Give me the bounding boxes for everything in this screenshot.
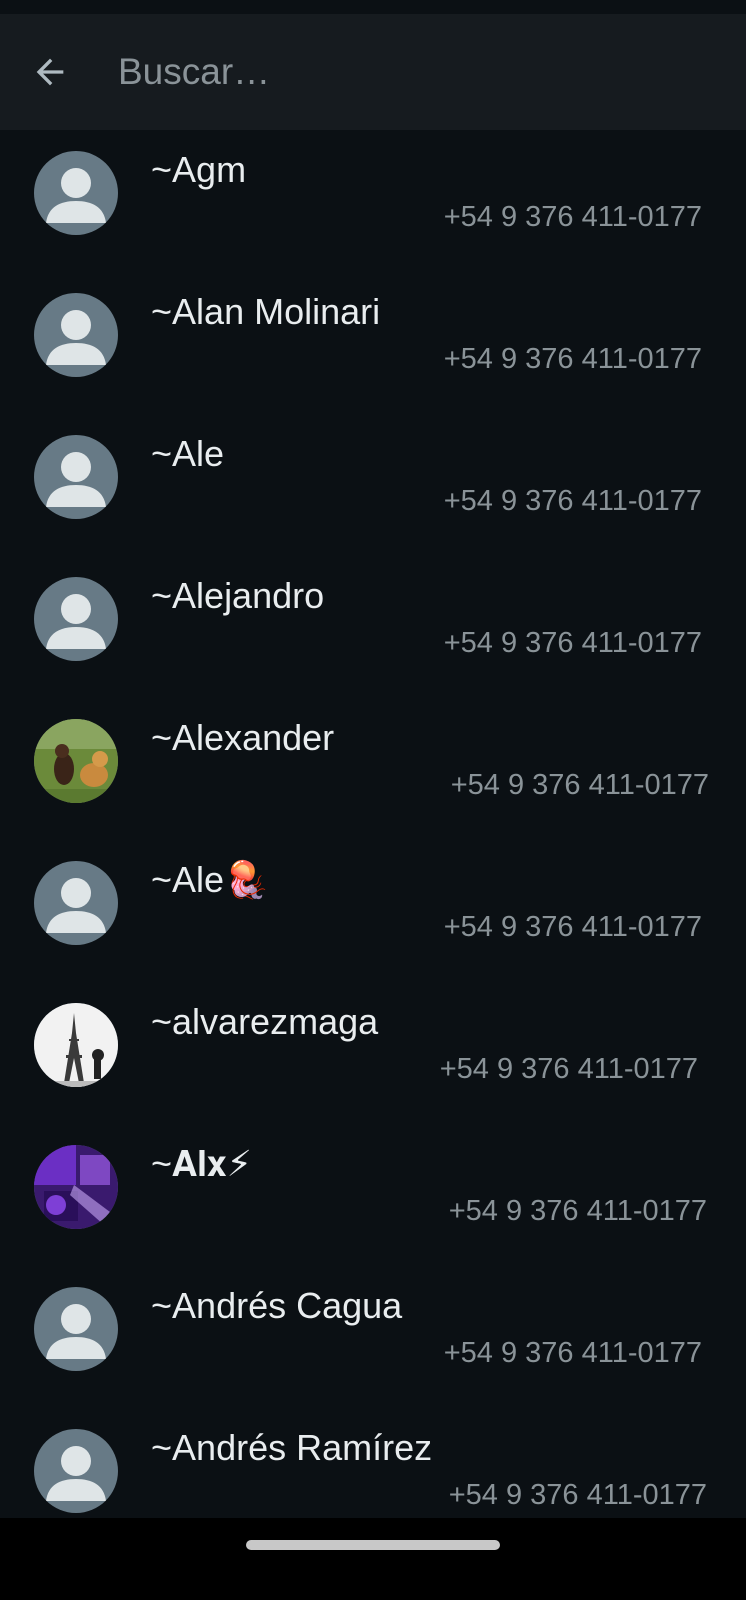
contact-phone: +54 9 376 411-0177 <box>448 1479 707 1511</box>
contact-name: ~Agm <box>151 149 247 190</box>
default-avatar-icon <box>34 293 118 377</box>
search-header <box>0 14 746 130</box>
contact-phone: +54 9 376 411-0177 <box>439 1053 698 1085</box>
contact-phone: +54 9 376 411-0177 <box>443 911 702 943</box>
contact-phone: +54 9 376 411-0177 <box>450 769 709 801</box>
contact-row[interactable]: ~Andrés Ramírez +54 9 376 411-0177 <box>0 1408 746 1518</box>
default-avatar-icon <box>34 435 118 519</box>
contact-name: ~Andrés Cagua <box>151 1285 403 1326</box>
home-indicator[interactable] <box>246 1540 500 1550</box>
contact-row[interactable]: ~Alejandro +54 9 376 411-0177 <box>0 556 746 698</box>
contact-name: ~Alan Molinari <box>151 291 381 332</box>
contact-phone: +54 9 376 411-0177 <box>443 627 702 659</box>
contact-row[interactable]: ~Agm +54 9 376 411-0177 <box>0 130 746 272</box>
contact-row[interactable]: ~Andrés Cagua +54 9 376 411-0177 <box>0 1266 746 1408</box>
contact-row[interactable]: ~alvarezmaga +54 9 376 411-0177 <box>0 982 746 1124</box>
contact-row[interactable]: ~Ale +54 9 376 411-0177 <box>0 414 746 556</box>
contact-name: ~Ale <box>151 433 225 474</box>
contact-name: ~Ale🪼 <box>151 859 269 900</box>
contact-name: ~alvarezmaga <box>151 1001 379 1042</box>
contact-list: ~Agm +54 9 376 411-0177 ~Alan Molinari +… <box>0 130 746 1518</box>
default-avatar-icon <box>34 1287 118 1371</box>
contact-phone: +54 9 376 411-0177 <box>443 343 702 375</box>
contact-phone: +54 9 376 411-0177 <box>443 485 702 517</box>
status-bar <box>0 0 746 14</box>
contact-row[interactable]: ~Alan Molinari +54 9 376 411-0177 <box>0 272 746 414</box>
photo-purple-neon <box>34 1145 118 1229</box>
contact-phone: +54 9 376 411-0177 <box>443 201 702 233</box>
default-avatar-icon <box>34 151 118 235</box>
contact-row[interactable]: ~𝐀𝐥𝐱⚡ +54 9 376 411-0177 <box>0 1124 746 1266</box>
contact-name: ~Alexander <box>151 717 335 758</box>
contact-row[interactable]: ~Alexander +54 9 376 411-0177 <box>0 698 746 840</box>
contact-name: ~𝐀𝐥𝐱⚡ <box>151 1143 252 1184</box>
photo-eiffel-tower <box>34 1003 118 1087</box>
arrow-left-icon <box>36 58 64 86</box>
contact-row[interactable]: ~Ale🪼 +54 9 376 411-0177 <box>0 840 746 982</box>
system-nav-bar <box>0 1518 746 1600</box>
search-input[interactable] <box>118 44 718 100</box>
default-avatar-icon <box>34 577 118 661</box>
default-avatar-icon <box>34 861 118 945</box>
back-button[interactable] <box>20 42 80 102</box>
default-avatar-icon <box>34 1429 118 1513</box>
contact-name: ~Alejandro <box>151 575 325 616</box>
contact-name: ~Andrés Ramírez <box>151 1427 433 1468</box>
contact-phone: +54 9 376 411-0177 <box>448 1195 707 1227</box>
photo-dogs-on-grass <box>34 719 118 803</box>
contact-phone: +54 9 376 411-0177 <box>443 1337 702 1369</box>
